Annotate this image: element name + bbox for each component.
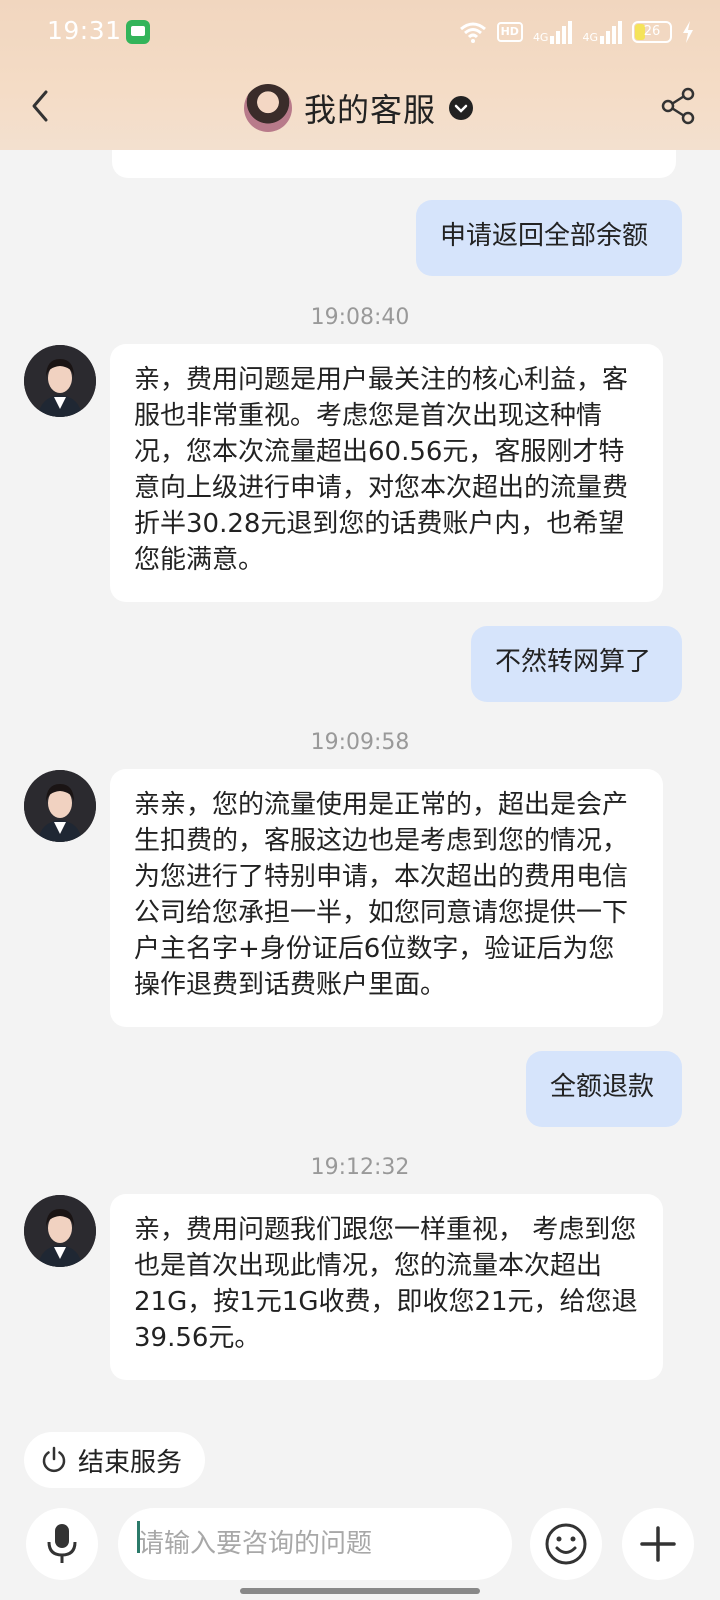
- network-type-2: 4G: [582, 31, 598, 44]
- timestamp: 19:08:40: [310, 305, 410, 330]
- nav-bar: 我的客服: [0, 62, 720, 150]
- voice-button[interactable]: [26, 1508, 98, 1580]
- message-text: 不然转网算了: [495, 647, 652, 677]
- service-avatar: [244, 84, 292, 132]
- battery-level: 26: [643, 24, 661, 39]
- user-message[interactable]: 申请返回全部余额: [416, 200, 682, 276]
- status-time: 19:31: [47, 16, 122, 45]
- agent-avatar-image: [24, 345, 96, 417]
- text-cursor: [137, 1521, 140, 1553]
- signal-icon-1: 4G: [533, 20, 573, 44]
- timestamp: 19:09:58: [310, 730, 410, 755]
- agent-avatar: [24, 345, 96, 417]
- end-service-label: 结束服务: [78, 1447, 183, 1478]
- share-icon[interactable]: [660, 86, 696, 126]
- status-bar: 19:31 HD 4G 4G 26: [0, 0, 720, 62]
- agent-message[interactable]: 亲亲，您的流量使用是正常的，超出是会产生扣费的，客服这边也是考虑到您的情况，为您…: [110, 769, 663, 1027]
- message-app-icon: [126, 20, 150, 44]
- app-header: 19:31 HD 4G 4G 26 我的客服: [0, 0, 720, 150]
- network-type-1: 4G: [532, 31, 549, 44]
- message-text: 全额退款: [550, 1072, 655, 1102]
- user-message[interactable]: 全额退款: [526, 1051, 682, 1127]
- page-title: 我的客服: [304, 91, 437, 129]
- home-indicator[interactable]: [240, 1588, 480, 1594]
- charging-icon: [683, 21, 693, 43]
- message-text: 亲，费用问题是用户最关注的核心利益，客服也非常重视。考虑您是首次出现这种情况，您…: [134, 365, 629, 575]
- back-icon[interactable]: [20, 84, 64, 128]
- message-text: 亲亲，您的流量使用是正常的，超出是会产生扣费的，客服这边也是考虑到您的情况，为您…: [134, 790, 629, 1000]
- microphone-icon: [47, 1524, 77, 1563]
- user-message[interactable]: 不然转网算了: [471, 626, 682, 702]
- previous-message-bubble: [112, 150, 676, 178]
- emoji-icon: [545, 1523, 587, 1565]
- more-button[interactable]: [622, 1508, 694, 1580]
- chat-area[interactable]: 申请返回全部余额 19:08:40 亲，费用问题是用户最关注的核心利益，客服也非…: [0, 150, 720, 1410]
- signal-icon-2: 4G: [582, 20, 622, 44]
- hd-icon: HD: [496, 22, 523, 42]
- agent-message[interactable]: 亲，费用问题是用户最关注的核心利益，客服也非常重视。考虑您是首次出现这种情况，您…: [110, 344, 663, 602]
- status-icons: HD 4G 4G 26: [459, 18, 694, 46]
- agent-avatar: [24, 1195, 96, 1267]
- input-bar: [0, 1500, 720, 1600]
- timestamp: 19:12:32: [310, 1155, 410, 1180]
- message-input[interactable]: [118, 1508, 512, 1580]
- end-service-button[interactable]: 结束服务: [24, 1432, 205, 1488]
- message-text: 申请返回全部余额: [440, 221, 649, 251]
- emoji-button[interactable]: [530, 1508, 602, 1580]
- message-text: 亲，费用问题我们跟您一样重视， 考虑到您也是首次出现此情况，您的流量本次超出21…: [134, 1215, 638, 1353]
- plus-icon: [640, 1526, 676, 1562]
- agent-message[interactable]: 亲，费用问题我们跟您一样重视， 考虑到您也是首次出现此情况，您的流量本次超出21…: [110, 1194, 663, 1380]
- agent-avatar-image: [24, 770, 96, 842]
- agent-avatar: [24, 770, 96, 842]
- battery-icon: 26: [632, 21, 672, 43]
- wifi-icon: [459, 22, 486, 43]
- agent-avatar-image: [24, 1195, 96, 1267]
- chevron-down-icon: [449, 96, 474, 120]
- power-icon: [42, 1446, 66, 1473]
- title-dropdown[interactable]: 我的客服: [244, 83, 474, 133]
